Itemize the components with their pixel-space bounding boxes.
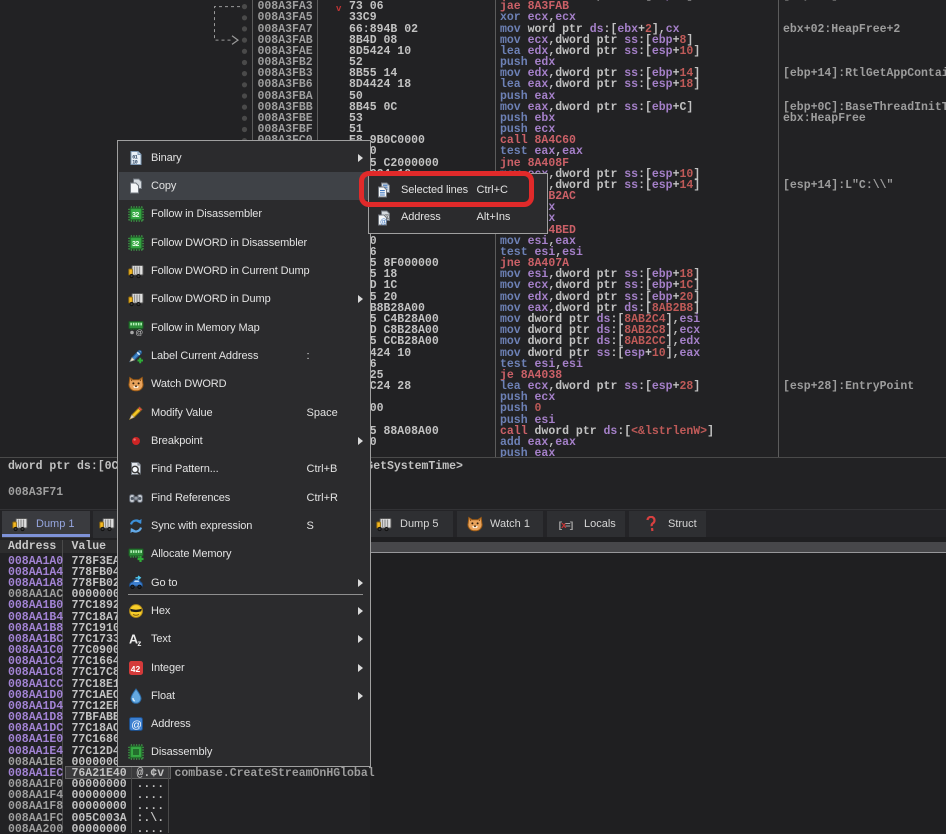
svg-text:@: @	[380, 218, 387, 225]
svg-text:42: 42	[130, 663, 140, 673]
svg-text:@: @	[135, 328, 143, 336]
svg-text:32: 32	[132, 241, 139, 248]
svg-text:z: z	[137, 639, 141, 647]
svg-text:32: 32	[132, 212, 139, 219]
svg-text:10: 10	[132, 159, 138, 165]
svg-text:@: @	[131, 719, 142, 731]
svg-text:]: ]	[569, 520, 573, 531]
